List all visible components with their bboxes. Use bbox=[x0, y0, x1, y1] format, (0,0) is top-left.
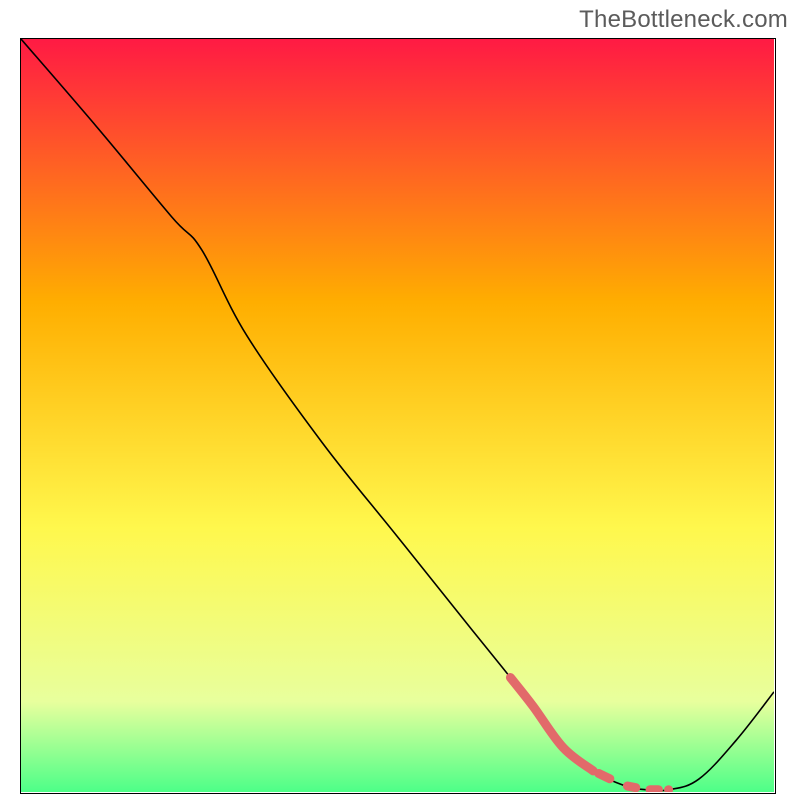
gradient-background bbox=[21, 39, 774, 792]
watermark-text: TheBottleneck.com bbox=[579, 6, 788, 34]
chart-svg bbox=[21, 39, 774, 792]
plot-area bbox=[20, 38, 776, 794]
chart-container: TheBottleneck.com bbox=[0, 0, 800, 800]
